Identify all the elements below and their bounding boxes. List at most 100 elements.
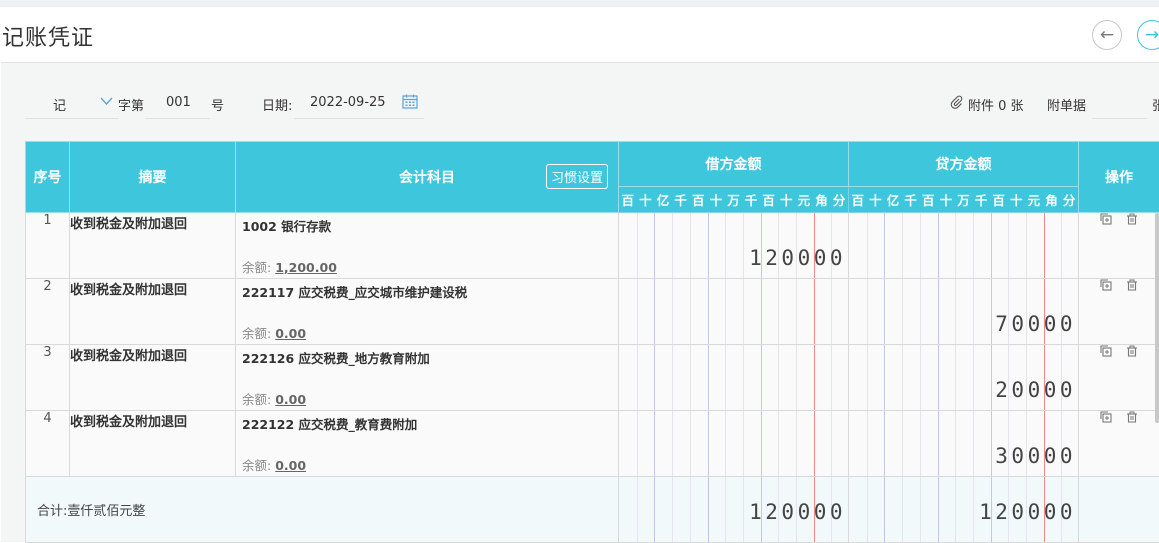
summary-cell[interactable]: 收到税金及附加退回 (70, 213, 236, 279)
copy-row-icon[interactable] (1100, 345, 1112, 357)
balance-line: 余额: 0.00 (242, 455, 306, 474)
digit-unit-label: 百 (619, 190, 637, 209)
trash-icon[interactable] (1126, 411, 1138, 423)
top-strip (0, 0, 1159, 7)
col-header-subject: 会计科目 习惯设置 (236, 142, 619, 213)
debit-cell[interactable] (619, 411, 849, 477)
digit-unit-label: 百 (760, 190, 778, 209)
total-debit-amount: 120000 (749, 500, 846, 524)
prev-voucher-button[interactable]: ← (1092, 20, 1122, 50)
digit-unit-label: 十 (777, 190, 795, 209)
attachment-count[interactable]: 附件 0 张 (968, 95, 1024, 114)
digit-grid (619, 411, 848, 476)
digit-unit-label: 百 (919, 190, 937, 209)
digit-unit-label: 十 (1007, 190, 1025, 209)
balance-value[interactable]: 0.00 (275, 392, 306, 407)
copy-row-icon[interactable] (1100, 411, 1112, 423)
entry-row[interactable]: 1收到税金及附加退回1002 银行存款余额: 1,200.00120000 (26, 213, 1159, 279)
attach-doc-label: 附单据 (1047, 95, 1086, 114)
digit-unit-label: 百 (990, 190, 1008, 209)
debit-cell[interactable]: 120000 (619, 213, 849, 279)
balance-value[interactable]: 1,200.00 (275, 260, 337, 275)
col-header-credit: 贷方金额 (849, 142, 1079, 187)
digit-unit-label: 元 (795, 190, 813, 209)
copy-row-icon[interactable] (1100, 213, 1112, 225)
credit-cell[interactable] (849, 213, 1079, 279)
voucher-type-select[interactable]: 记 (53, 95, 66, 114)
trash-icon[interactable] (1126, 213, 1138, 225)
paperclip-icon (950, 95, 963, 109)
date-underline (294, 118, 424, 119)
arrow-right-icon: → (1145, 25, 1159, 45)
trash-icon[interactable] (1126, 345, 1138, 357)
voucher-number-input[interactable]: 001 (166, 95, 191, 110)
copy-row-icon[interactable] (1100, 279, 1112, 291)
subject-cell[interactable]: 222126 应交税费_地方教育附加余额: 0.00 (236, 345, 619, 411)
digit-unit-label: 亿 (654, 190, 672, 209)
digit-unit-label: 十 (637, 190, 655, 209)
subject-cell[interactable]: 1002 银行存款余额: 1,200.00 (236, 213, 619, 279)
debit-cell[interactable] (619, 345, 849, 411)
balance-value[interactable]: 0.00 (275, 326, 306, 341)
chevron-down-icon[interactable] (100, 97, 113, 106)
total-row: 合计:壹仟贰佰元整120000120000 (26, 477, 1159, 543)
digit-unit-label: 十 (707, 190, 725, 209)
digit-unit-label: 十 (867, 190, 885, 209)
subject-cell[interactable]: 222122 应交税费_教育费附加余额: 0.00 (236, 411, 619, 477)
credit-units: 百十亿千百十万千百十元角分 (849, 190, 1078, 209)
col-header-summary: 摘要 (70, 142, 236, 213)
habit-settings-button[interactable]: 习惯设置 (546, 164, 608, 189)
total-debit-cell: 120000 (619, 477, 849, 543)
total-ops-cell (1079, 477, 1159, 543)
voucher-table: 序号 摘要 会计科目 习惯设置 借方金额 贷方金额 操作 百十亿千百十万千百十元… (25, 141, 1159, 543)
digit-unit-label: 角 (813, 190, 831, 209)
credit-cell[interactable]: 20000 (849, 345, 1079, 411)
credit-cell[interactable]: 70000 (849, 279, 1079, 345)
balance-label: 余额: (242, 458, 271, 473)
type-underline (25, 118, 118, 119)
ops-cell (1079, 213, 1159, 279)
digit-unit-label: 万 (725, 190, 743, 209)
digit-grid (849, 213, 1078, 278)
date-label: 日期: (262, 95, 292, 114)
date-input[interactable]: 2022-09-25 (310, 95, 386, 110)
balance-value[interactable]: 0.00 (275, 458, 306, 473)
digit-grid (619, 345, 848, 410)
summary-cell[interactable]: 收到税金及附加退回 (70, 345, 236, 411)
digit-unit-label: 千 (972, 190, 990, 209)
row-seq: 3 (26, 345, 70, 411)
hao-label: 号 (211, 95, 224, 114)
ops-cell (1079, 345, 1159, 411)
balance-line: 余额: 0.00 (242, 323, 306, 342)
debit-digit-units: 百十亿千百十万千百十元角分 (619, 187, 849, 213)
calendar-icon[interactable] (402, 94, 418, 109)
debit-units: 百十亿千百十万千百十元角分 (619, 190, 848, 209)
total-credit-cell: 120000 (849, 477, 1079, 543)
digit-unit-label: 千 (672, 190, 690, 209)
entry-row[interactable]: 3收到税金及附加退回222126 应交税费_地方教育附加余额: 0.00 2000… (26, 345, 1159, 411)
digit-unit-label: 百 (849, 190, 867, 209)
subject-cell[interactable]: 222117 应交税费_应交城市维护建设税余额: 0.00 (236, 279, 619, 345)
credit-amount: 70000 (995, 312, 1076, 336)
zhang-label: 张 (1152, 95, 1159, 114)
digit-unit-label: 百 (689, 190, 707, 209)
balance-label: 余额: (242, 392, 271, 407)
credit-cell[interactable]: 30000 (849, 411, 1079, 477)
trash-icon[interactable] (1126, 279, 1138, 291)
row-seq: 2 (26, 279, 70, 345)
digit-unit-label: 亿 (884, 190, 902, 209)
summary-cell[interactable]: 收到税金及附加退回 (70, 279, 236, 345)
summary-cell[interactable]: 收到税金及附加退回 (70, 411, 236, 477)
col-header-seq: 序号 (26, 142, 70, 213)
entry-row[interactable]: 4收到税金及附加退回222122 应交税费_教育费附加余额: 0.0030000 (26, 411, 1159, 477)
balance-label: 余额: (242, 260, 271, 275)
next-voucher-button[interactable]: → (1137, 20, 1159, 50)
vertical-scrollbar[interactable] (1155, 213, 1159, 423)
entry-row[interactable]: 2收到税金及附加退回222117 应交税费_应交城市维护建设税余额: 0.00 7… (26, 279, 1159, 345)
digit-grid (619, 279, 848, 344)
digit-unit-label: 分 (830, 190, 848, 209)
ops-cell (1079, 411, 1159, 477)
credit-amount: 20000 (995, 378, 1076, 402)
debit-cell[interactable] (619, 279, 849, 345)
credit-amount: 30000 (995, 444, 1076, 468)
